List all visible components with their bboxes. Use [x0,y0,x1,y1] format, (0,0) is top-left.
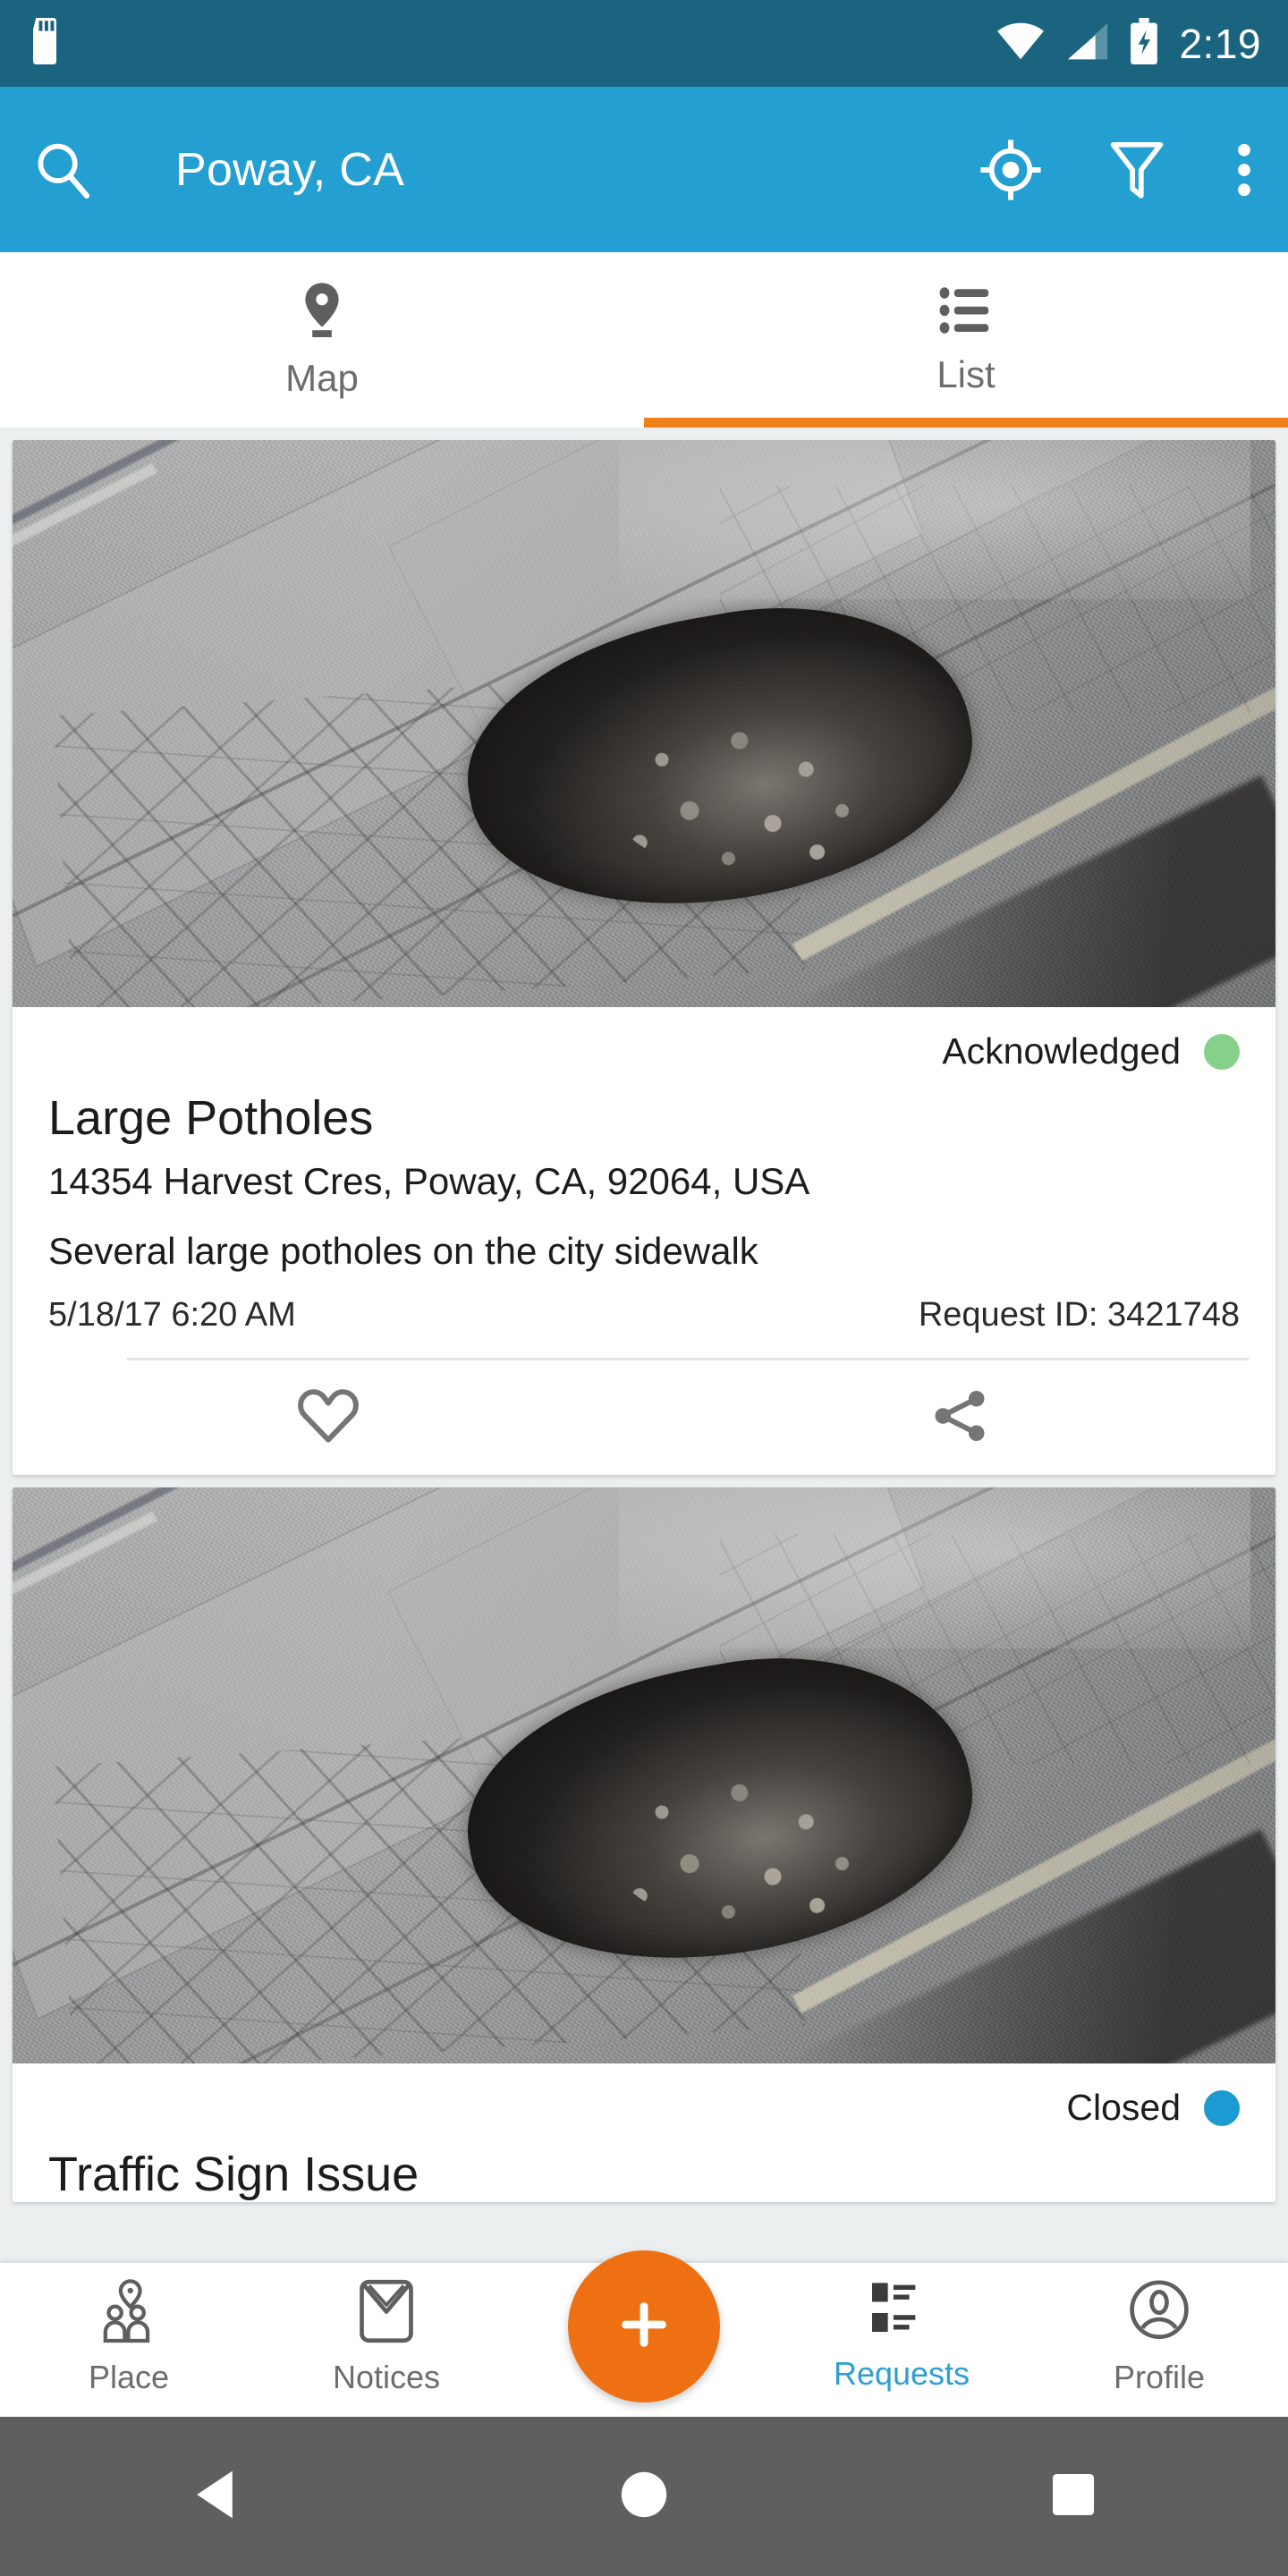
requests-list-icon [869,2277,935,2346]
cellular-signal-icon [1064,21,1109,65]
android-recents-button[interactable] [859,2470,1288,2524]
more-vertical-icon[interactable] [1231,138,1258,202]
status-dot [1204,1033,1240,1070]
view-tabs: Map List [0,252,1288,428]
share-icon [928,1385,992,1451]
request-list[interactable]: Acknowledged Large Potholes 14354 Harves… [0,428,1288,2263]
status-dot [1204,2089,1240,2126]
home-circle-icon [617,2468,671,2526]
status-bar-left-icons [27,18,63,69]
nav-item-requests[interactable]: Requests [773,2263,1030,2393]
request-meta-row: 5/18/17 6:20 AM Request ID: 3421748 [13,1273,1275,1335]
request-title: Large Potholes [48,1091,374,1145]
request-photo[interactable] [13,440,1275,1007]
status-badge: Acknowledged [942,1030,1181,1072]
nav-label-requests: Requests [833,2355,970,2392]
filter-funnel-icon[interactable] [1107,138,1166,202]
request-card[interactable]: Acknowledged Large Potholes 14354 Harves… [13,440,1275,1475]
status-bar: 2:19 [0,0,1288,87]
request-timestamp: 5/18/17 6:20 AM [48,1296,296,1334]
nav-item-notices[interactable]: Notices [258,2263,515,2396]
tab-indicator-list [644,418,1288,428]
request-id: Request ID: 3421748 [918,1296,1240,1334]
share-button[interactable] [644,1385,1275,1451]
nav-label-place: Place [88,2359,170,2395]
status-badge: Closed [1066,2087,1181,2128]
request-photo[interactable] [13,1487,1275,2063]
wifi-icon [996,21,1045,65]
list-icon [939,284,993,341]
place-people-icon [96,2277,162,2350]
map-pin-icon [298,281,346,344]
photo-pothole-rubble [606,1764,885,1926]
android-home-button[interactable] [429,2468,859,2526]
back-triangle-icon [191,2468,239,2526]
nav-label-notices: Notices [332,2359,441,2395]
status-row: Acknowledged [13,1007,1275,1072]
plus-icon [610,2291,678,2363]
sd-card-icon [27,18,63,69]
battery-charging-icon [1129,18,1159,69]
status-row: Closed [13,2063,1275,2129]
my-location-icon[interactable] [979,138,1043,202]
status-bar-right-icons: 2:19 [996,18,1261,69]
envelope-icon [357,2277,416,2350]
request-title: Traffic Sign Issue [48,2148,419,2201]
page-title: Poway, CA [175,143,405,196]
tab-label-list: List [936,352,996,395]
tab-list[interactable]: List [644,252,1288,428]
android-back-button[interactable] [0,2468,429,2526]
nav-item-place[interactable]: Place [0,2263,258,2396]
status-bar-clock: 2:19 [1179,20,1261,67]
nav-label-profile: Profile [1113,2359,1206,2395]
request-description: Several large potholes on the city sidew… [48,1230,758,1272]
photo-highlight [618,440,1250,599]
app-screen: 2:19 Poway, CA Map List Acknowledged Lar… [0,0,1288,2576]
favorite-icon [295,1385,361,1451]
app-bar: Poway, CA [0,87,1288,252]
android-navigation-bar [0,2417,1288,2576]
photo-highlight [618,1487,1250,1649]
search-icon[interactable] [30,138,95,202]
tab-label-map: Map [285,356,359,399]
recents-square-icon [1048,2470,1098,2524]
nav-item-profile[interactable]: Profile [1030,2263,1288,2396]
add-request-fab[interactable] [568,2250,720,2402]
card-actions [13,1360,1275,1475]
profile-person-icon [1127,2277,1191,2350]
tab-map[interactable]: Map [0,252,644,428]
favorite-button[interactable] [13,1385,644,1451]
app-bar-actions [979,138,1258,202]
request-address: 14354 Harvest Cres, Poway, CA, 92064, US… [48,1160,810,1202]
request-card[interactable]: Closed Traffic Sign Issue [13,1487,1275,2202]
photo-pothole-rubble [606,712,885,871]
